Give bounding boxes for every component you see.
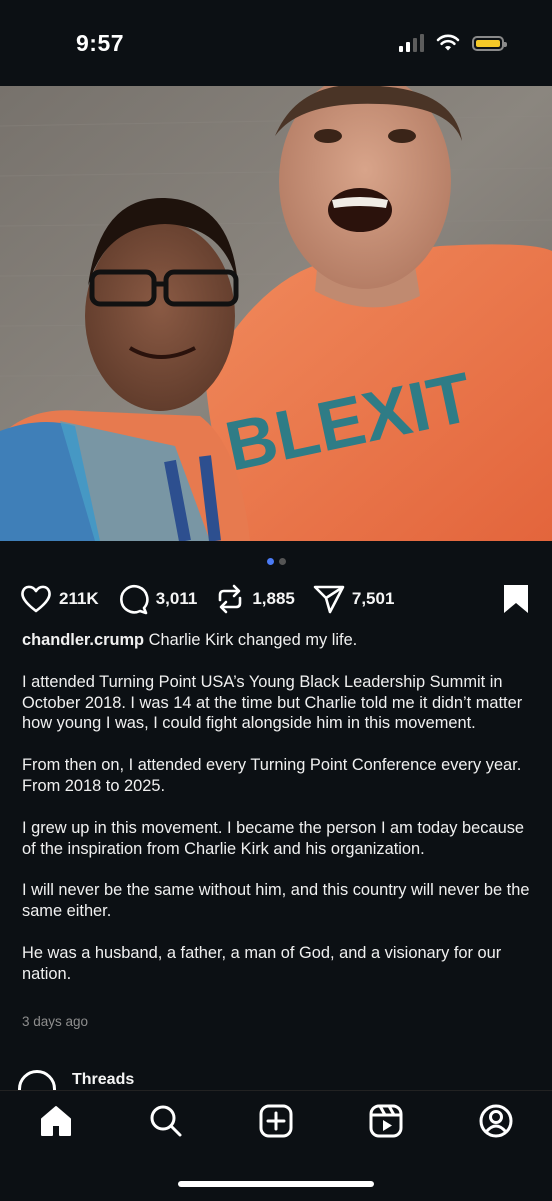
post-actions: 211K 3,011 1,885 7,501 [20,582,532,616]
post-photo[interactable]: BLEXIT [0,86,552,541]
create-icon [259,1104,293,1138]
post-timestamp: 3 days ago [22,1014,89,1029]
tab-search[interactable] [148,1103,184,1139]
post-photo-image: BLEXIT [0,86,552,541]
wifi-icon [436,34,460,51]
home-indicator[interactable] [178,1181,374,1187]
profile-icon [479,1104,513,1138]
like-count: 211K [59,589,99,608]
carousel-indicator [0,558,552,565]
tab-home[interactable] [38,1103,74,1139]
status-icons [399,34,507,52]
tab-profile[interactable] [478,1103,514,1139]
repost-count: 1,885 [252,589,295,608]
tab-reels[interactable] [368,1103,404,1139]
caption-username[interactable]: chandler.crump [22,631,144,649]
caption-paragraph: He was a husband, a father, a man of God… [22,943,502,983]
heart-icon [21,585,51,613]
threads-label: Threads [72,1071,135,1088]
caption-paragraph: From then on, I attended every Turning P… [22,756,522,795]
caption-paragraph: I attended Turning Point USA’s Young Bla… [22,672,523,733]
post-caption: chandler.crump Charlie Kirk changed my l… [22,630,534,1006]
threads-row[interactable]: Threads [18,1068,538,1090]
comment-count: 3,011 [155,589,198,608]
reels-icon [369,1104,403,1138]
like-button[interactable]: 211K [20,584,99,614]
carousel-dot [278,558,286,565]
repost-icon [219,584,242,614]
repost-button[interactable]: 1,885 [215,583,295,615]
send-icon [313,585,345,614]
status-bar: 9:57 [0,0,552,86]
comment-button[interactable]: 3,011 [117,583,198,615]
search-icon [150,1105,182,1137]
caption-headline: Charlie Kirk changed my life. [148,631,358,649]
caption-paragraph: I will never be the same without him, an… [22,881,530,921]
battery-icon [472,35,507,51]
caption-first-line: chandler.crump Charlie Kirk changed my l… [22,630,534,651]
tab-create[interactable] [258,1103,294,1139]
share-count: 7,501 [351,589,395,608]
carousel-dot-active [266,558,274,565]
threads-logo-icon [18,1070,56,1090]
caption-paragraph: I grew up in this movement. I became the… [22,818,525,858]
bookmark-icon [504,585,528,613]
status-time: 9:57 [76,30,125,56]
save-button[interactable] [503,584,529,619]
home-icon [41,1106,71,1136]
comment-icon [119,585,149,615]
share-button[interactable]: 7,501 [313,584,395,614]
cellular-signal-icon [399,34,424,52]
